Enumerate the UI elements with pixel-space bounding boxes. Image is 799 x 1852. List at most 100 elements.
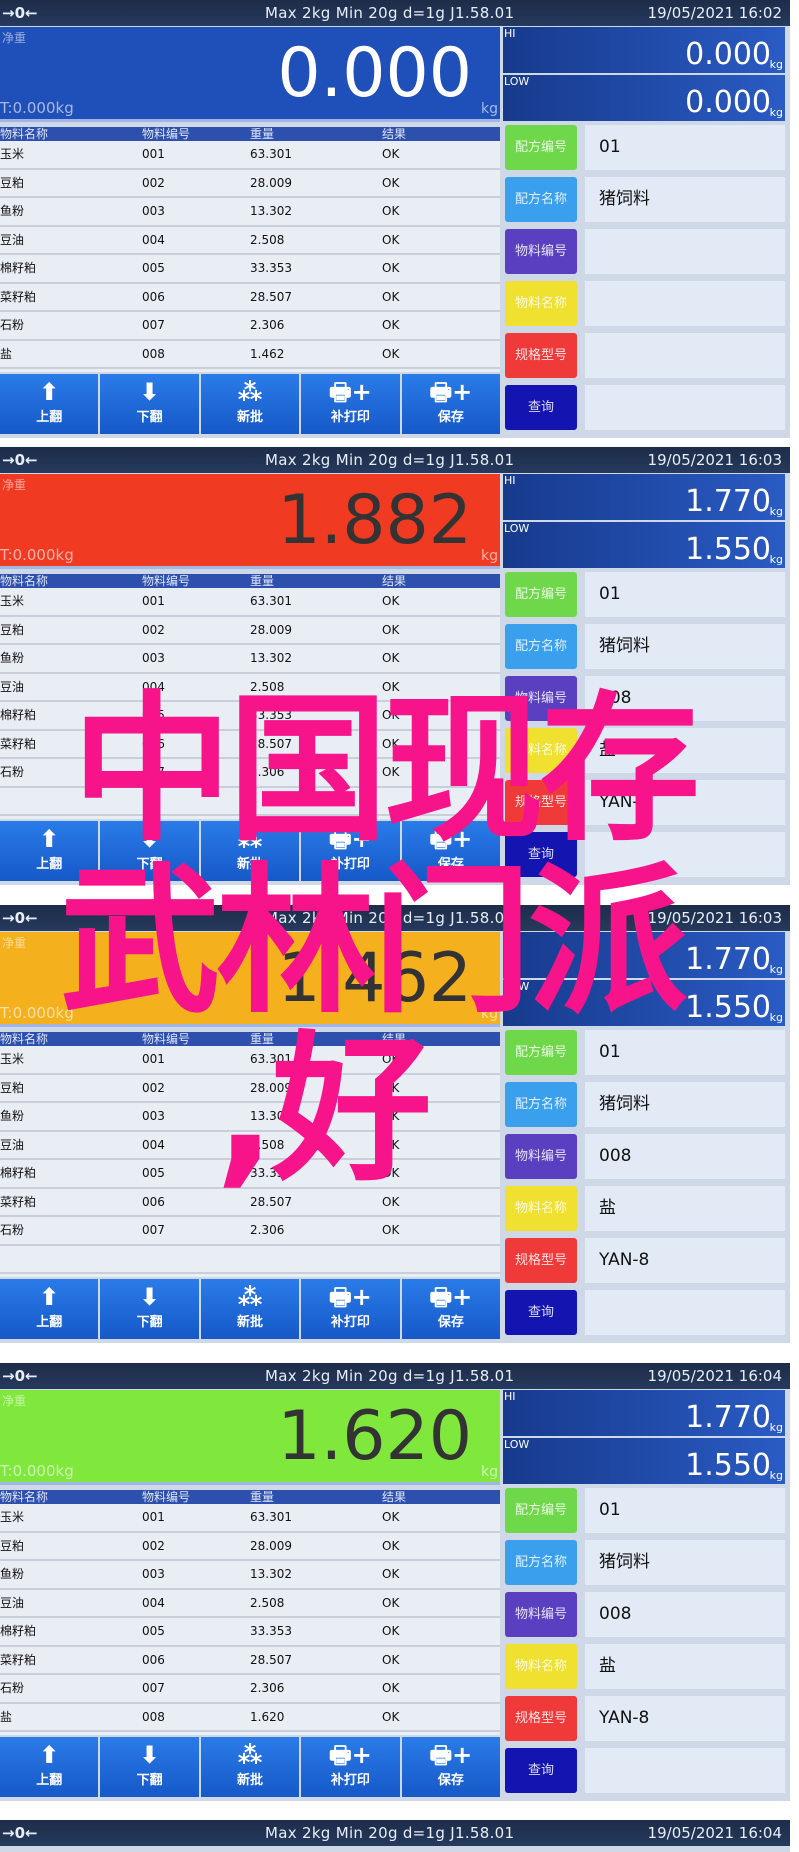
- table-cell: 棉籽粕: [0, 1166, 37, 1180]
- printer-plus-button[interactable]: 🖶+ 补打印: [301, 1737, 400, 1797]
- table-row[interactable]: 豆粕 002 28.009 OK: [0, 170, 500, 198]
- button-label: 补打印: [330, 410, 370, 425]
- table-row[interactable]: 棉籽粕 005 33.353 OK: [0, 702, 500, 731]
- arrow-down-button[interactable]: ⬇ 下翻: [100, 821, 199, 881]
- stack-button[interactable]: ⁂ 新批: [200, 374, 300, 434]
- table-row[interactable]: 鱼粉 003 13.302 OK: [0, 645, 500, 674]
- side-button[interactable]: 物料编号: [505, 1134, 577, 1179]
- arrow-up-button[interactable]: ⬆ 上翻: [0, 374, 99, 434]
- table-row[interactable]: 玉米 001 63.301 OK: [0, 141, 500, 170]
- table-cell: 005: [142, 708, 165, 722]
- printer-plus-button[interactable]: 🖶+ 保存: [401, 821, 501, 881]
- stack-button[interactable]: ⁂ 新批: [200, 821, 300, 881]
- table-row[interactable]: [0, 788, 500, 816]
- stack-button[interactable]: ⁂ 新批: [200, 1737, 300, 1797]
- side-button[interactable]: 配方编号: [505, 572, 577, 617]
- side-button[interactable]: 配方名称: [505, 177, 577, 222]
- printer-plus-button[interactable]: 🖶+ 保存: [401, 374, 501, 434]
- table-row[interactable]: 棉籽粕 005 33.353 OK: [0, 255, 500, 284]
- side-value: 猪饲料: [585, 624, 785, 669]
- side-button[interactable]: 物料编号: [505, 229, 577, 274]
- low-value: 1.550: [685, 1448, 771, 1483]
- printer-plus-button[interactable]: 🖶+ 保存: [401, 1737, 501, 1797]
- table-row[interactable]: 豆油 004 2.508 OK: [0, 1590, 500, 1618]
- side-button[interactable]: 配方名称: [505, 1082, 577, 1127]
- side-button[interactable]: 查询: [505, 1290, 577, 1335]
- arrow-down-button[interactable]: ⬇ 下翻: [100, 374, 199, 434]
- side-button[interactable]: 物料名称: [505, 1186, 577, 1231]
- side-button[interactable]: 配方编号: [505, 1488, 577, 1533]
- side-button[interactable]: 查询: [505, 385, 577, 430]
- printer-plus-button[interactable]: 🖶+ 补打印: [301, 374, 400, 434]
- side-button[interactable]: 配方编号: [505, 125, 577, 170]
- table-row[interactable]: 盐 008 1.620 OK: [0, 1704, 500, 1732]
- status-bar: →0← Max 2kg Min 20g d=1g J1.58.01 19/05/…: [0, 1820, 790, 1846]
- table-cell: OK: [382, 1538, 400, 1553]
- hi-limit: HI 1.770 kg: [503, 932, 785, 978]
- printer-plus-button[interactable]: 🖶+ 补打印: [301, 1279, 400, 1339]
- button-label: 补打印: [330, 1773, 370, 1788]
- arrow-up-icon: ⬆: [39, 378, 60, 406]
- stack-button[interactable]: ⁂ 新批: [200, 1279, 300, 1339]
- table-cell: 玉米: [0, 594, 25, 608]
- table-row[interactable]: 玉米 001 63.301 OK: [0, 588, 500, 617]
- side-button[interactable]: 物料名称: [505, 728, 577, 773]
- hi-limit: HI 0.000 kg: [503, 27, 785, 73]
- table-row[interactable]: 豆油 004 2.508 OK: [0, 1132, 500, 1160]
- arrow-up-button[interactable]: ⬆ 上翻: [0, 1279, 99, 1339]
- table-row[interactable]: 棉籽粕 005 33.353 OK: [0, 1160, 500, 1189]
- table-row[interactable]: 鱼粉 003 13.302 OK: [0, 1103, 500, 1132]
- table-row[interactable]: 石粉 007 2.306 OK: [0, 1675, 500, 1704]
- table-row[interactable]: 豆粕 002 28.009 OK: [0, 617, 500, 645]
- table-row[interactable]: 鱼粉 003 13.302 OK: [0, 1561, 500, 1590]
- materials-table: 玉米 001 63.301 OK 豆粕 002 28.009 OK 鱼粉 003 13.302 OK 豆…: [0, 588, 500, 819]
- table-row[interactable]: 菜籽粕 006 28.507 OK: [0, 1189, 500, 1217]
- side-button[interactable]: 物料名称: [505, 281, 577, 326]
- table-row[interactable]: 石粉 007 2.306 OK: [0, 312, 500, 341]
- side-button[interactable]: 配方名称: [505, 1540, 577, 1585]
- table-cell: 豆油: [0, 679, 25, 694]
- table-row[interactable]: 石粉 007 2.306 OK: [0, 1217, 500, 1246]
- table-row[interactable]: 鱼粉 003 13.302 OK: [0, 198, 500, 227]
- arrow-up-button[interactable]: ⬆ 上翻: [0, 821, 99, 881]
- table-cell: 菜籽粕: [0, 1194, 37, 1209]
- table-row[interactable]: 棉籽粕 005 33.353 OK: [0, 1618, 500, 1647]
- printer-plus-button[interactable]: 🖶+ 保存: [401, 1279, 501, 1339]
- table-row[interactable]: 盐 008 1.462 OK: [0, 341, 500, 369]
- action-bar: ⬆ 上翻 ⬇ 下翻 ⁂ 新批 🖶+ 补打印 🖶+ 保存: [0, 1279, 501, 1339]
- table-row[interactable]: 豆油 004 2.508 OK: [0, 227, 500, 255]
- side-value-empty: [585, 385, 785, 430]
- table-row[interactable]: [0, 1246, 500, 1274]
- table-row[interactable]: 菜籽粕 006 28.507 OK: [0, 731, 500, 759]
- table-row[interactable]: 菜籽粕 006 28.507 OK: [0, 284, 500, 312]
- side-button[interactable]: 物料编号: [505, 676, 577, 721]
- side-button[interactable]: 物料编号: [505, 1592, 577, 1637]
- side-button[interactable]: 查询: [505, 832, 577, 877]
- table-cell: 007: [142, 1681, 165, 1695]
- side-button[interactable]: 规格型号: [505, 780, 577, 825]
- low-unit: kg: [769, 1469, 783, 1482]
- side-button[interactable]: 配方名称: [505, 624, 577, 669]
- table-row[interactable]: 菜籽粕 006 28.507 OK: [0, 1647, 500, 1675]
- table-row[interactable]: 石粉 007 2.306 OK: [0, 759, 500, 788]
- printer-plus-button[interactable]: 🖶+ 补打印: [301, 821, 400, 881]
- side-button[interactable]: 物料名称: [505, 1644, 577, 1689]
- side-button[interactable]: 规格型号: [505, 1238, 577, 1283]
- table-row[interactable]: 豆粕 002 28.009 OK: [0, 1075, 500, 1103]
- table-row[interactable]: 豆油 004 2.508 OK: [0, 674, 500, 702]
- side-button[interactable]: 规格型号: [505, 333, 577, 378]
- arrow-down-button[interactable]: ⬇ 下翻: [100, 1737, 199, 1797]
- side-button[interactable]: 查询: [505, 1748, 577, 1793]
- arrow-down-button[interactable]: ⬇ 下翻: [100, 1279, 199, 1339]
- table-row[interactable]: 玉米 001 63.301 OK: [0, 1504, 500, 1533]
- table-row[interactable]: 玉米 001 63.301 OK: [0, 1046, 500, 1075]
- side-button[interactable]: 配方编号: [505, 1030, 577, 1075]
- table-cell: OK: [382, 1624, 400, 1638]
- button-label: 上翻: [36, 1315, 63, 1330]
- table-row[interactable]: 豆粕 002 28.009 OK: [0, 1533, 500, 1561]
- low-label: LOW: [504, 522, 530, 535]
- table-cell: 2.306: [250, 765, 285, 779]
- side-button[interactable]: 规格型号: [505, 1696, 577, 1741]
- arrow-up-button[interactable]: ⬆ 上翻: [0, 1737, 99, 1797]
- table-cell: OK: [382, 1681, 400, 1695]
